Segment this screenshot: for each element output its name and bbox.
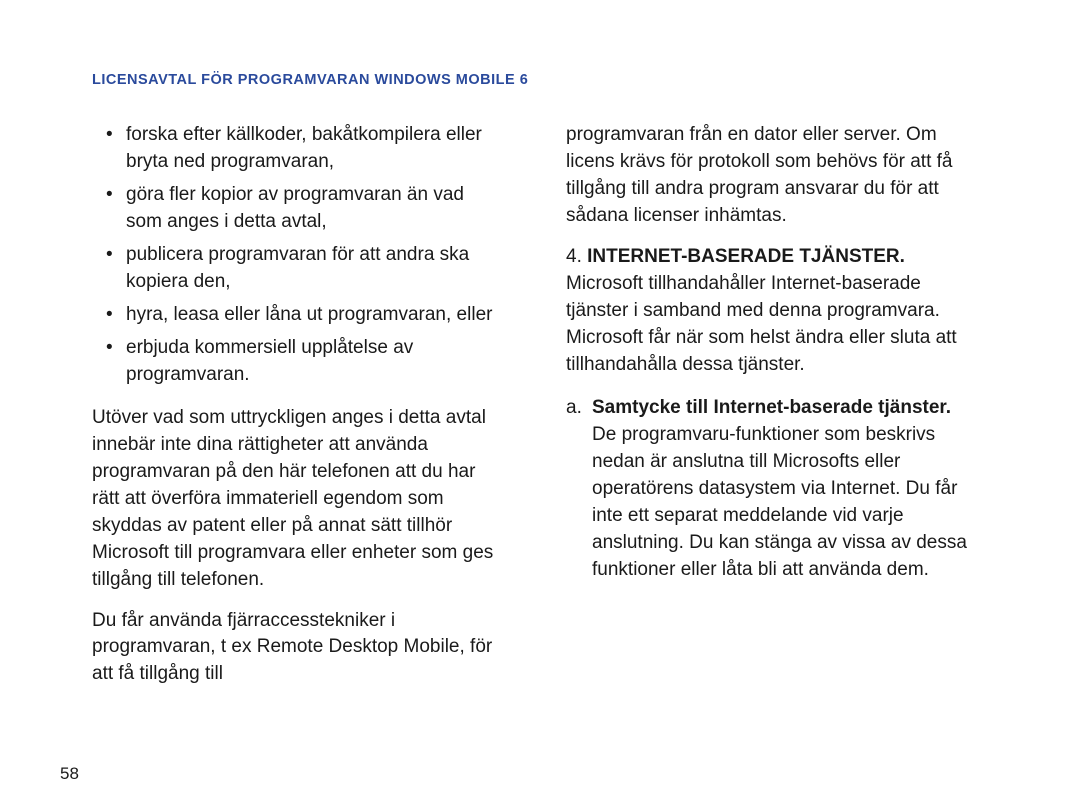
list-item: hyra, leasa eller låna ut programvaran, …	[92, 302, 502, 329]
list-item: erbjuda kommersiell upplåtelse av progra…	[92, 335, 502, 389]
document-page: LICENSAVTAL FÖR PROGRAMVARAN WINDOWS MOB…	[0, 0, 1080, 810]
continuation-paragraph: programvaran från en dator eller server.…	[566, 122, 976, 230]
subsection-body: De programvaru-funktioner som beskrivs n…	[592, 424, 967, 580]
section-heading: INTERNET-BASERADE TJÄNSTER.	[587, 246, 905, 267]
left-column: forska efter källkoder, bakåtkompilera e…	[92, 122, 502, 702]
list-item: forska efter källkoder, bakåtkompilera e…	[92, 122, 502, 176]
list-item: göra fler kopior av programvaran än vad …	[92, 182, 502, 236]
subsection-a: a. Samtycke till Internet-baserade tjäns…	[566, 395, 976, 584]
section-body: Microsoft tillhandahåller Internet-baser…	[566, 273, 957, 375]
subsection-heading: Samtycke till Internet-baserade tjänster…	[592, 397, 951, 418]
section-number: 4.	[566, 246, 582, 267]
subsection-label: a.	[566, 395, 582, 422]
section-4: 4. INTERNET-BASERADE TJÄNSTER. Microsoft…	[566, 244, 976, 379]
restrictions-list: forska efter källkoder, bakåtkompilera e…	[92, 122, 502, 389]
body-paragraph: Du får använda fjärraccesstekniker i pro…	[92, 608, 502, 689]
right-column: programvaran från en dator eller server.…	[566, 122, 976, 702]
list-item: publicera programvaran för att andra ska…	[92, 242, 502, 296]
body-paragraph: Utöver vad som uttryckligen anges i dett…	[92, 405, 502, 594]
running-head: LICENSAVTAL FÖR PROGRAMVARAN WINDOWS MOB…	[92, 72, 988, 88]
page-number: 58	[60, 764, 79, 784]
two-column-layout: forska efter källkoder, bakåtkompilera e…	[92, 122, 988, 702]
